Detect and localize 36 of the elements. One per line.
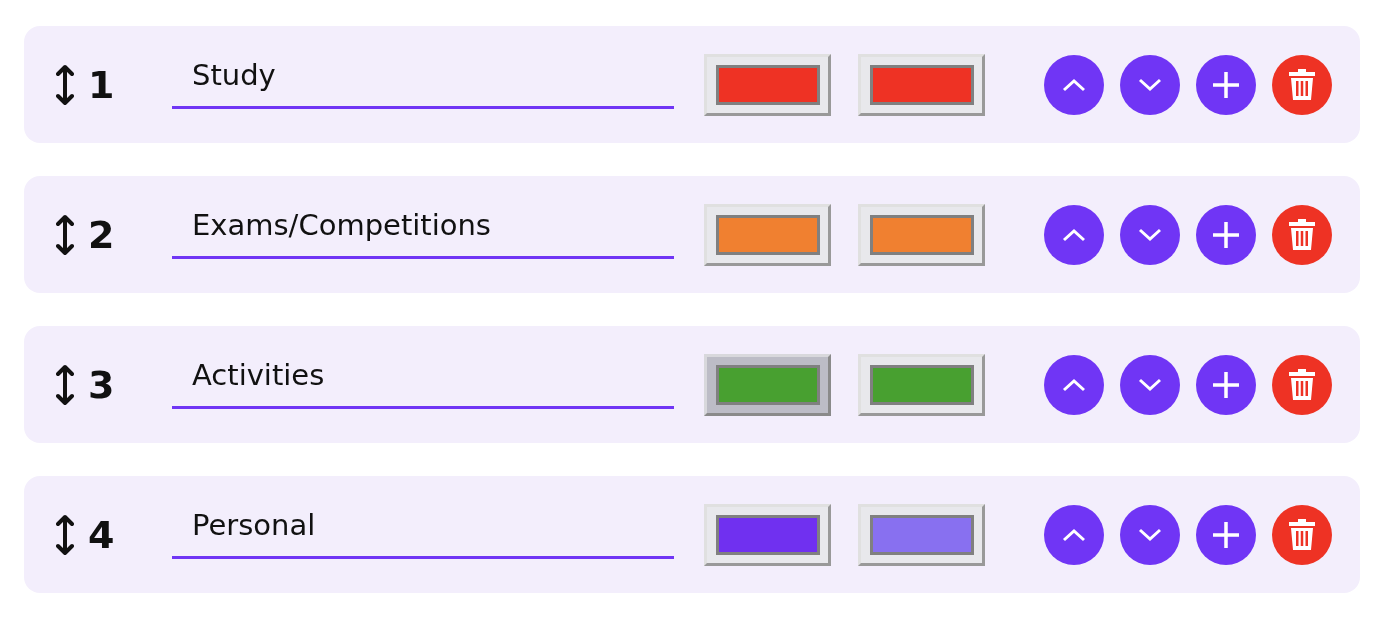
chevron-up-icon [1061, 376, 1087, 393]
chevron-down-icon [1137, 376, 1163, 393]
chevron-up-icon [1061, 226, 1087, 243]
plus-icon [1212, 370, 1240, 399]
drag-handle-icon[interactable] [56, 512, 74, 557]
color-picker-button[interactable] [704, 503, 831, 566]
plus-icon [1212, 220, 1240, 249]
drag-handle-icon[interactable] [56, 62, 74, 107]
trash-icon [1288, 68, 1316, 101]
plus-icon [1212, 70, 1240, 99]
category-name-field[interactable]: Activities [172, 358, 674, 409]
chevron-down-icon [1137, 226, 1163, 243]
row-number: 4 [88, 515, 116, 554]
trash-icon [1288, 518, 1316, 551]
chevron-up-icon [1061, 76, 1087, 93]
trash-icon [1288, 368, 1316, 401]
chevron-down-icon [1137, 76, 1163, 93]
color-picker-button[interactable] [858, 503, 985, 566]
chevron-up-icon [1061, 526, 1087, 543]
category-name-field[interactable]: Personal [172, 508, 674, 559]
category-name-field[interactable]: Exams/Competitions [172, 208, 674, 259]
plus-icon [1212, 520, 1240, 549]
color-picker-button[interactable] [704, 203, 831, 266]
color-picker-button[interactable] [858, 203, 985, 266]
drag-handle-icon[interactable] [56, 212, 74, 257]
trash-icon [1288, 218, 1316, 251]
color-picker-button[interactable] [704, 53, 831, 116]
color-picker-button[interactable] [704, 353, 831, 416]
color-picker-button[interactable] [858, 53, 985, 116]
row-number: 2 [88, 215, 116, 254]
row-number: 1 [88, 65, 116, 104]
row-number: 3 [88, 365, 116, 404]
drag-handle-icon[interactable] [56, 362, 74, 407]
chevron-down-icon [1137, 526, 1163, 543]
category-name-field[interactable]: Study [172, 58, 674, 109]
color-picker-button[interactable] [858, 353, 985, 416]
